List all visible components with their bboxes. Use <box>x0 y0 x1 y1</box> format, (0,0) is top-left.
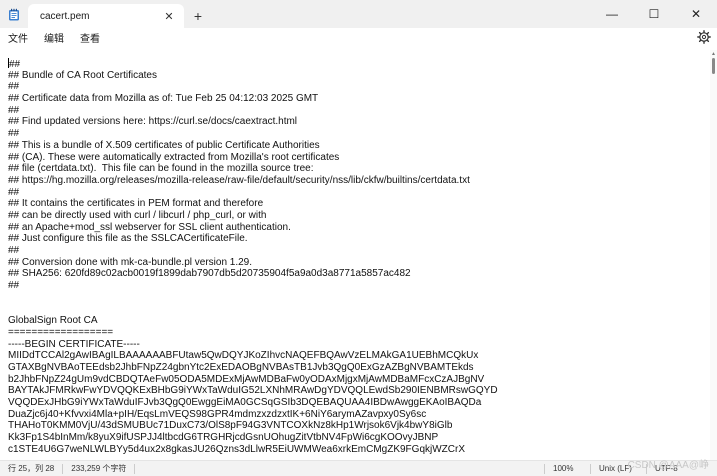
editor-line: ## <box>8 81 20 93</box>
editor-line: c1STE4U6G7weNLWLBYy5d4ux2x8gkasJU26Qzns3… <box>8 443 465 455</box>
editor-line: ## <box>8 245 20 256</box>
editor-line: ## SHA256: 620fd89c02acb0019f1899dab7907… <box>8 268 411 280</box>
cursor-position: 行 25，列 28 <box>8 464 55 473</box>
editor-line: GTAXBgNVBAoTEEdsb2JhbFNpZ24gbnYtc2ExEDAO… <box>8 361 474 373</box>
status-bar: 行 25，列 28 233,259 个字符 100% Unix (LF) UTF… <box>0 460 717 476</box>
tab-title: cacert.pem <box>40 10 90 22</box>
close-window-button[interactable]: ✕ <box>675 0 717 28</box>
editor-line: ## <box>8 186 20 198</box>
watermark: CSDN @AAA@峥 <box>627 460 709 471</box>
menu-edit[interactable]: 编辑 <box>36 28 72 46</box>
tab-close-icon[interactable]: ✕ <box>162 9 176 23</box>
title-bar: cacert.pem ✕ + — ☐ ✕ <box>0 0 717 28</box>
scroll-up-arrow-icon[interactable]: ▲ <box>711 51 716 57</box>
editor-line: BAYTAkJFMRkwFwYDVQQKExBHbG9iYWxTaWduIG52… <box>8 385 498 397</box>
editor-line: ## Certificate data from Mozilla as of: … <box>8 93 319 105</box>
editor-line: ## an Apache+mod_ssl webserver for SSL c… <box>8 221 291 233</box>
editor-line: -----BEGIN CERTIFICATE----- <box>8 338 140 350</box>
editor-line: THAHoT0KMM0VjU/43dSMUBUc71DuxC73/OlS8pF9… <box>8 420 453 432</box>
minimize-button[interactable]: — <box>591 0 633 28</box>
editor-line: Kk3Fp1S4bInMm/k8yuX9ifUSPJJ4ltbcdG6TRGHR… <box>8 432 439 443</box>
editor-line: b2JhbFNpZ24gUm9vdCBDQTAeFw05ODA5MDExMjAw… <box>8 373 485 385</box>
scrollbar-thumb[interactable] <box>712 58 715 74</box>
editor-line: ## Just configure this file as the SSLCA… <box>8 233 248 245</box>
editor-line: ## <box>8 104 20 116</box>
notepad-app-icon <box>0 0 28 28</box>
tab-cacert[interactable]: cacert.pem ✕ <box>28 4 184 28</box>
editor-line: ## (CA). These were automatically extrac… <box>8 151 340 163</box>
editor-line: ## https://hg.mozilla.org/releases/mozil… <box>8 174 470 186</box>
editor-line: ## It contains the certificates in PEM f… <box>8 198 264 210</box>
editor-line: VQQDExJHbG9iYWxTaWduIFJvb3QgQ0EwggEiMA0G… <box>8 396 482 408</box>
menu-bar: 文件 编辑 查看 <box>0 28 717 46</box>
editor-line: DuaZjc6j40+Kfvvxi4Mla+pIH/EqsLmVEQS98GPR… <box>8 408 427 420</box>
text-editor[interactable]: ## ## Bundle of CA Root Certificates ## ## … <box>0 50 710 460</box>
character-count: 233,259 个字符 <box>71 464 127 473</box>
editor-line: ## <box>8 128 20 140</box>
editor-line: ## Find updated versions here: https://c… <box>8 116 298 128</box>
zoom-level[interactable]: 100% <box>545 461 590 476</box>
maximize-button[interactable]: ☐ <box>633 0 675 28</box>
menu-file[interactable]: 文件 <box>0 28 36 46</box>
settings-gear-icon[interactable] <box>697 30 711 44</box>
menu-view[interactable]: 查看 <box>72 28 108 46</box>
editor-line: ## <box>8 58 710 70</box>
editor-line: MIIDdTCCAl2gAwIBAgILBAAAAAABFUtaw5QwDQYJ… <box>8 350 479 362</box>
vertical-scrollbar[interactable]: ▲ <box>710 50 717 460</box>
editor-line: ## Bundle of CA Root Certificates <box>8 69 157 81</box>
editor-line: ## <box>8 280 20 292</box>
editor-line: GlobalSign Root CA <box>8 315 98 327</box>
editor-line: ## This is a bundle of X.509 certificate… <box>8 139 320 151</box>
new-tab-button[interactable]: + <box>184 3 212 28</box>
editor-line: ## Conversion done with mk-ca-bundle.pl … <box>8 256 253 268</box>
editor-line: ## file (certdata.txt). This file can be… <box>8 163 314 175</box>
editor-line-text: ## <box>9 59 21 70</box>
status-divider <box>134 463 136 474</box>
editor-line: ## can be directly used with curl / libc… <box>8 209 267 221</box>
editor-line: ================== <box>8 326 114 338</box>
window-controls: — ☐ ✕ <box>591 0 717 28</box>
